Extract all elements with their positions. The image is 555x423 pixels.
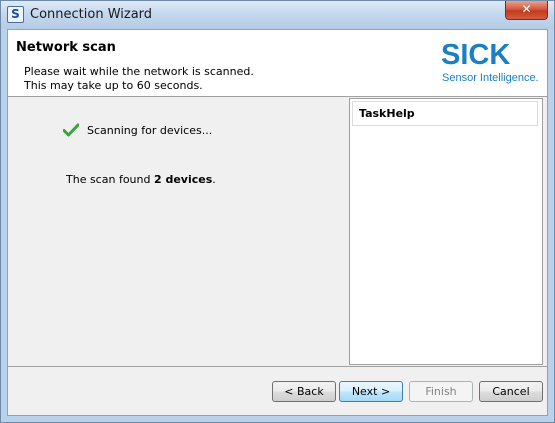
scan-result-prefix: The scan found: [66, 173, 154, 186]
wizard-footer: < Back Next > Finish Cancel: [8, 367, 547, 415]
page-title: Network scan: [16, 40, 116, 55]
wizard-header: Network scan Please wait while the netwo…: [8, 30, 547, 97]
scan-status-text: Scanning for devices...: [87, 124, 213, 137]
cancel-button[interactable]: Cancel: [479, 381, 543, 402]
title-bar[interactable]: S Connection Wizard ✕: [1, 1, 554, 29]
scan-result-text: The scan found 2 devices.: [66, 173, 216, 186]
page-description-line2: This may take up to 60 seconds.: [24, 79, 203, 92]
window-title: Connection Wizard: [30, 7, 153, 22]
app-icon: S: [7, 6, 24, 23]
scan-panel: Scanning for devices... The scan found 2…: [8, 97, 348, 366]
taskhelp-title: TaskHelp: [359, 107, 415, 120]
sick-logo: SICK: [441, 39, 511, 71]
finish-button[interactable]: Finish: [409, 381, 473, 402]
page-description-line1: Please wait while the network is scanned…: [24, 65, 254, 78]
device-count: 2 devices: [153, 173, 213, 186]
close-icon[interactable]: ✕: [505, 1, 548, 20]
wizard-window: S Connection Wizard ✕ Network scan Pleas…: [0, 0, 555, 423]
taskhelp-panel: TaskHelp: [349, 98, 543, 365]
taskhelp-header: TaskHelp: [352, 101, 538, 126]
logo-tagline: Sensor Intelligence.: [442, 72, 539, 84]
check-icon: [63, 123, 79, 137]
wizard-client-area: Network scan Please wait while the netwo…: [7, 29, 548, 416]
back-button[interactable]: < Back: [272, 381, 336, 402]
next-button[interactable]: Next >: [339, 381, 403, 402]
scan-result-suffix: .: [212, 173, 216, 186]
